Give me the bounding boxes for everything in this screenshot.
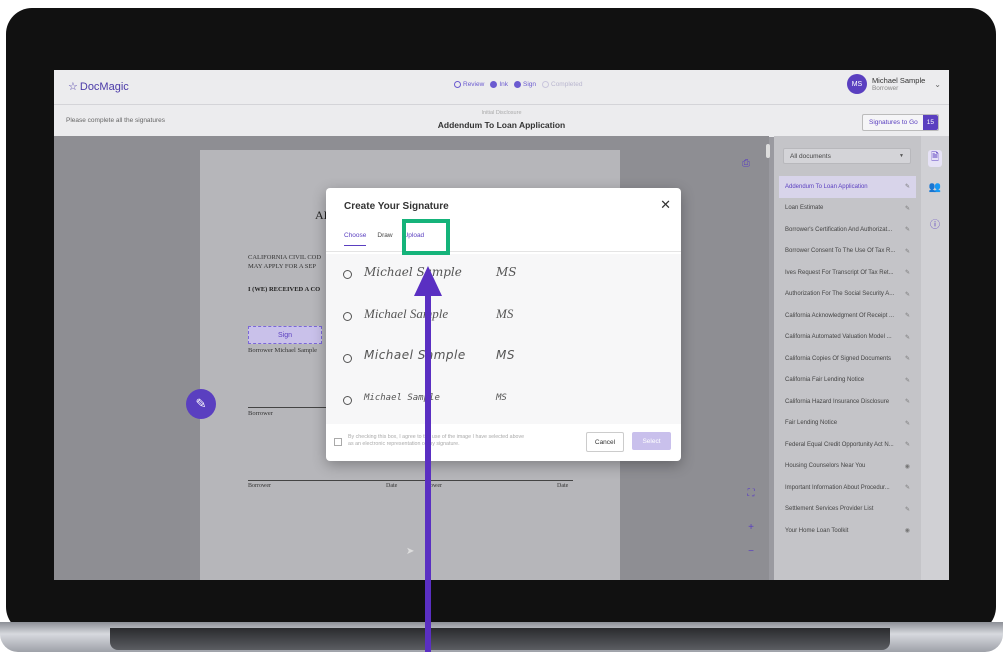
arrow-head bbox=[414, 266, 442, 296]
pointer-arrow bbox=[414, 266, 442, 652]
